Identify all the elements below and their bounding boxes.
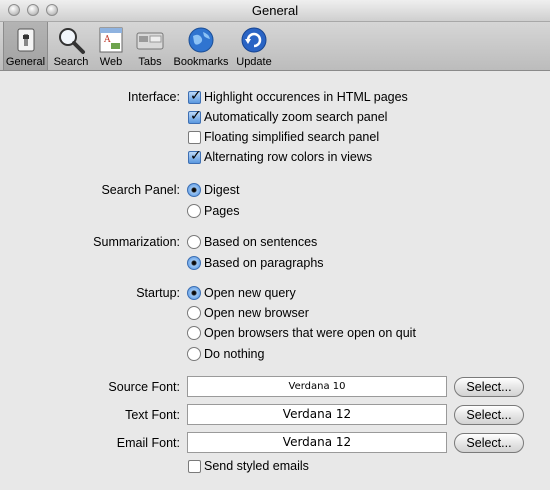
email-font-select-button[interactable]: Select... — [454, 433, 524, 453]
startup-new-query-label: Open new query — [204, 286, 296, 300]
text-font-field[interactable]: Verdana 12 — [187, 404, 447, 425]
summarization-sentences-label: Based on sentences — [204, 235, 318, 249]
tab-search-label: Search — [53, 56, 89, 68]
tab-web-label: Web — [99, 56, 123, 68]
startup-do-nothing-radio[interactable] — [187, 347, 201, 361]
preferences-toolbar: General Search A Web Tabs Bookmarks Upda… — [0, 22, 550, 71]
tab-bookmarks[interactable]: Bookmarks — [172, 22, 230, 70]
auto-zoom-label: Automatically zoom search panel — [204, 110, 388, 124]
send-styled-emails-label: Send styled emails — [204, 459, 309, 473]
startup-new-browser-label: Open new browser — [204, 306, 309, 320]
tab-general[interactable]: General — [3, 22, 48, 70]
tab-update-label: Update — [236, 56, 272, 68]
text-font-label: Text Font: — [125, 408, 180, 422]
tab-bookmarks-label: Bookmarks — [173, 56, 229, 68]
interface-label: Interface: — [127, 90, 180, 104]
startup-new-query-radio[interactable] — [187, 286, 201, 300]
search-panel-pages-radio[interactable] — [187, 204, 201, 218]
svg-text:A: A — [103, 35, 111, 45]
source-font-select-button[interactable]: Select... — [454, 377, 524, 397]
checkmark-icon: ✓ — [190, 87, 202, 103]
search-panel-pages-label: Pages — [204, 204, 240, 218]
globe-icon — [188, 27, 214, 53]
startup-restore-browsers-radio[interactable] — [187, 326, 201, 340]
window-title: General — [251, 3, 299, 18]
tab-tabs[interactable]: Tabs — [132, 22, 168, 70]
text-font-select-button[interactable]: Select... — [454, 405, 524, 425]
refresh-icon — [241, 27, 267, 53]
floating-panel-label: Floating simplified search panel — [204, 130, 380, 144]
send-styled-emails-checkbox[interactable] — [188, 460, 201, 473]
startup-new-browser-radio[interactable] — [187, 306, 201, 320]
alternating-rows-label: Alternating row colors in views — [204, 150, 373, 164]
tab-general-label: General — [5, 56, 46, 68]
checkmark-icon: ✓ — [190, 107, 202, 123]
title-bar: General — [0, 0, 550, 22]
email-font-label: Email Font: — [116, 436, 180, 450]
search-panel-label: Search Panel: — [101, 183, 180, 197]
startup-restore-browsers-label: Open browsers that were open on quit — [204, 326, 416, 340]
preferences-window: General General Search A Web Tabs Bookma… — [0, 0, 550, 490]
magnifier-icon — [59, 28, 85, 54]
source-font-label: Source Font: — [108, 380, 180, 394]
alternating-rows-checkbox[interactable]: ✓ — [188, 147, 202, 164]
source-font-field[interactable]: Verdana 10 — [187, 376, 447, 397]
search-panel-digest-radio[interactable] — [187, 183, 201, 197]
highlight-occurrences-label: Highlight occurences in HTML pages — [204, 90, 408, 104]
tabs-icon — [136, 32, 164, 50]
summarization-sentences-radio[interactable] — [187, 235, 201, 249]
tab-search[interactable]: Search — [50, 22, 92, 70]
summarization-paragraphs-radio[interactable] — [187, 256, 201, 270]
summarization-label: Summarization: — [93, 235, 180, 249]
startup-label: Startup: — [136, 286, 180, 300]
tab-tabs-label: Tabs — [138, 56, 162, 68]
auto-zoom-checkbox[interactable]: ✓ — [188, 107, 202, 124]
startup-do-nothing-label: Do nothing — [204, 347, 265, 361]
web-page-icon: A — [99, 27, 123, 53]
switch-icon — [17, 28, 34, 52]
tab-update[interactable]: Update — [232, 22, 276, 70]
email-font-field[interactable]: Verdana 12 — [187, 432, 447, 453]
search-panel-digest-label: Digest — [204, 183, 240, 197]
highlight-occurrences-checkbox[interactable]: ✓ — [188, 87, 202, 104]
tab-web[interactable]: A Web — [94, 22, 128, 70]
summarization-paragraphs-label: Based on paragraphs — [204, 256, 324, 270]
floating-panel-checkbox[interactable] — [188, 131, 201, 144]
checkmark-icon: ✓ — [190, 147, 202, 163]
